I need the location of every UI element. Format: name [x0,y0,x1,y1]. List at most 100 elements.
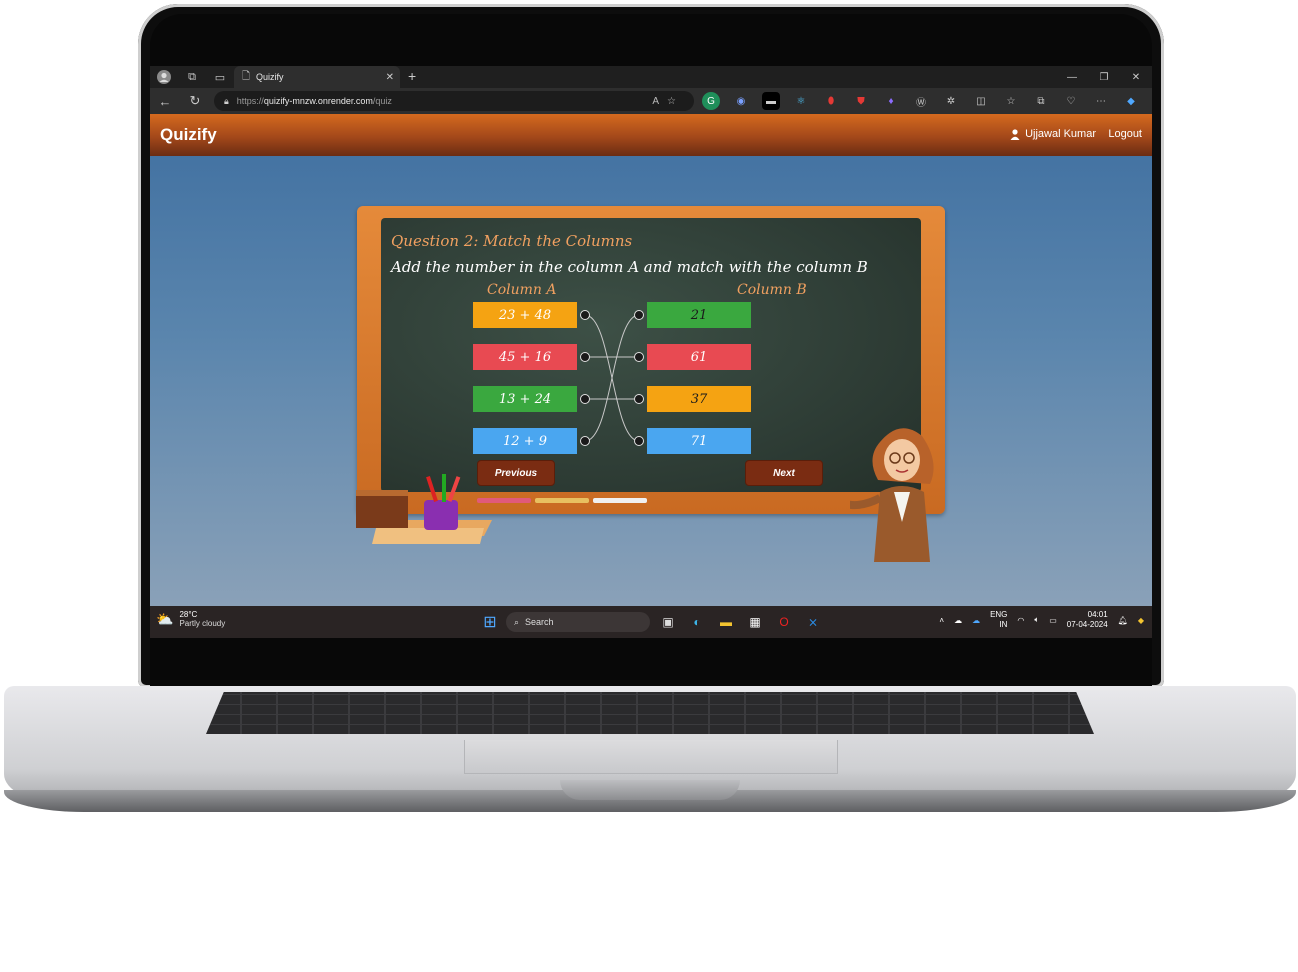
tab-quizify[interactable]: 🗋 Quizify ✕ [234,66,400,88]
extensions-bar: G ◉ ▬ ⚛ ⬮ ⛊ ♦ Ⓦ ✲ ◫ ☆ ⧉ ♡ ⋯ ◆ [702,92,1140,110]
pinned-apps: ▣ ◐ ▬ ▦ O ⨯ [658,612,823,632]
favorites-icon[interactable]: ☆ [1002,92,1020,110]
chevron-up-icon[interactable]: ˄ [939,616,944,625]
column-b-item[interactable]: 61 [647,344,751,370]
performance-icon[interactable]: ♡ [1062,92,1080,110]
volume-icon[interactable]: 🔈︎ [1034,615,1039,625]
column-a-item[interactable]: 45 + 16 [473,344,577,370]
user-name: Ujjawal Kumar [1025,128,1096,140]
minimize-icon[interactable]: — [1056,66,1088,88]
address-bar[interactable]: 🔒︎ https://quizify-mnzw.onrender.com/qui… [214,91,694,111]
onedrive-icon[interactable]: ☁ [972,616,980,625]
temperature: 28°C [179,610,198,619]
yellow-chalk [535,498,589,503]
region-code: IN [999,620,1008,629]
tab-actions-icon[interactable]: ▭ [206,66,234,88]
next-button[interactable]: Next [745,460,823,486]
user-icon [1010,128,1020,140]
system-tray: ˄ ☁ ☁ ENG IN ◠ 🔈︎ ▭ 04:01 07-04-2024 🔔︎ … [939,610,1144,630]
lock-icon[interactable]: 🔒︎ [224,96,229,107]
close-tab-icon[interactable]: ✕ [386,72,394,83]
language-indicator[interactable]: ENG IN [990,610,1007,630]
connector-dot-b[interactable] [634,436,644,446]
page-icon: 🗋 [242,70,251,82]
close-window-icon[interactable]: ✕ [1120,66,1152,88]
taskbar-search[interactable]: ⌕ Search [506,612,650,632]
extensions-puzzle-icon[interactable]: ✲ [942,92,960,110]
browser-tab-bar: ⧉ ▭ 🗋 Quizify ✕ + — ❐ ✕ [150,66,1152,88]
column-b-item[interactable]: 21 [647,302,751,328]
connector-dot-a[interactable] [580,436,590,446]
onedrive-icon[interactable]: ☁ [954,616,962,625]
grammarly-icon[interactable]: G [702,92,720,110]
column-b-item[interactable]: 37 [647,386,751,412]
time: 04:01 [1087,610,1108,619]
react-devtools-icon[interactable]: ⚛ [792,92,810,110]
connector-dot-b[interactable] [634,394,644,404]
connector-dot-b[interactable] [634,352,644,362]
read-aloud-favorite-icons[interactable]: A☆ [652,96,684,107]
url-path: /quiz [372,96,392,106]
url-scheme: https:// [236,96,264,106]
date: 07-04-2024 [1066,620,1108,629]
notifications-icon[interactable]: 🔔︎ [1118,616,1128,625]
vscode-icon[interactable]: ⨯ [803,612,823,632]
extension-icon[interactable]: ♦ [882,92,900,110]
collections-icon[interactable]: ⧉ [1032,92,1050,110]
search-icon: ⌕ [514,616,520,627]
microsoft-store-icon[interactable]: ▦ [745,612,765,632]
column-a-item[interactable]: 12 + 9 [473,428,577,454]
restore-icon[interactable]: ❐ [1088,66,1120,88]
weather-widget[interactable]: ⛅ 28°C Partly cloudy [156,610,225,628]
workspaces-icon[interactable]: ⧉ [178,66,206,88]
column-a-item[interactable]: 23 + 48 [473,302,577,328]
extension-icon[interactable]: ◉ [732,92,750,110]
profile-icon[interactable] [150,66,178,88]
windows-taskbar: ⛅ 28°C Partly cloudy ⊞ ⌕ Search ▣ ◐ ▬ ▦ … [150,606,1152,638]
new-tab-icon[interactable]: + [408,68,416,84]
brand-logo[interactable]: Quizify [160,125,217,145]
split-screen-icon[interactable]: ◫ [972,92,990,110]
screen: ⧉ ▭ 🗋 Quizify ✕ + — ❐ ✕ ← ↻ 🔒︎ https://q… [150,66,1152,638]
opera-icon[interactable]: O [774,612,794,632]
column-a-item[interactable]: 13 + 24 [473,386,577,412]
search-placeholder: Search [525,617,554,627]
wifi-icon[interactable]: ◠ [1017,616,1024,625]
tab-title: Quizify [256,72,284,82]
refresh-icon[interactable]: ↻ [180,88,210,114]
partly-cloudy-icon: ⛅ [156,610,174,627]
chalk-tray [477,498,647,503]
battery-icon[interactable]: ▭ [1049,616,1057,625]
chalkboard: Question 2: Match the Columns Add the nu… [381,218,921,503]
browser-toolbar: ← ↻ 🔒︎ https://quizify-mnzw.onrender.com… [150,88,1152,114]
extension-icon[interactable]: ▬ [762,92,780,110]
extension-icon[interactable]: ⬮ [822,92,840,110]
connector-dot-b[interactable] [634,310,644,320]
match-line [584,314,640,442]
app-navbar: Quizify Ujjawal Kumar Logout [150,114,1152,156]
file-explorer-icon[interactable]: ▬ [716,612,736,632]
extension-icon[interactable]: Ⓦ [912,92,930,110]
laptop-keyboard [206,692,1094,734]
connector-dot-a[interactable] [580,310,590,320]
task-view-icon[interactable]: ▣ [658,612,678,632]
weather-condition: Partly cloudy [179,619,226,628]
laptop-trackpad [464,740,838,774]
logout-link[interactable]: Logout [1108,128,1142,140]
more-icon[interactable]: ⋯ [1092,92,1110,110]
column-b-item[interactable]: 71 [647,428,751,454]
shield-icon[interactable]: ⛊ [852,92,870,110]
laptop-notch [560,780,740,800]
copilot-icon[interactable]: ◆ [1122,92,1140,110]
copilot-icon[interactable]: ◆ [1138,616,1144,625]
connector-dot-a[interactable] [580,352,590,362]
windows-start-icon[interactable]: ⊞ [480,612,500,632]
url-host: quizify-mnzw.onrender.com [263,96,373,106]
back-icon[interactable]: ← [150,88,180,114]
teacher-illustration [850,428,934,562]
edge-icon[interactable]: ◐ [687,612,707,632]
connector-dot-a[interactable] [580,394,590,404]
user-menu[interactable]: Ujjawal Kumar [1010,128,1096,140]
white-chalk [593,498,647,503]
clock[interactable]: 04:01 07-04-2024 [1067,610,1108,630]
